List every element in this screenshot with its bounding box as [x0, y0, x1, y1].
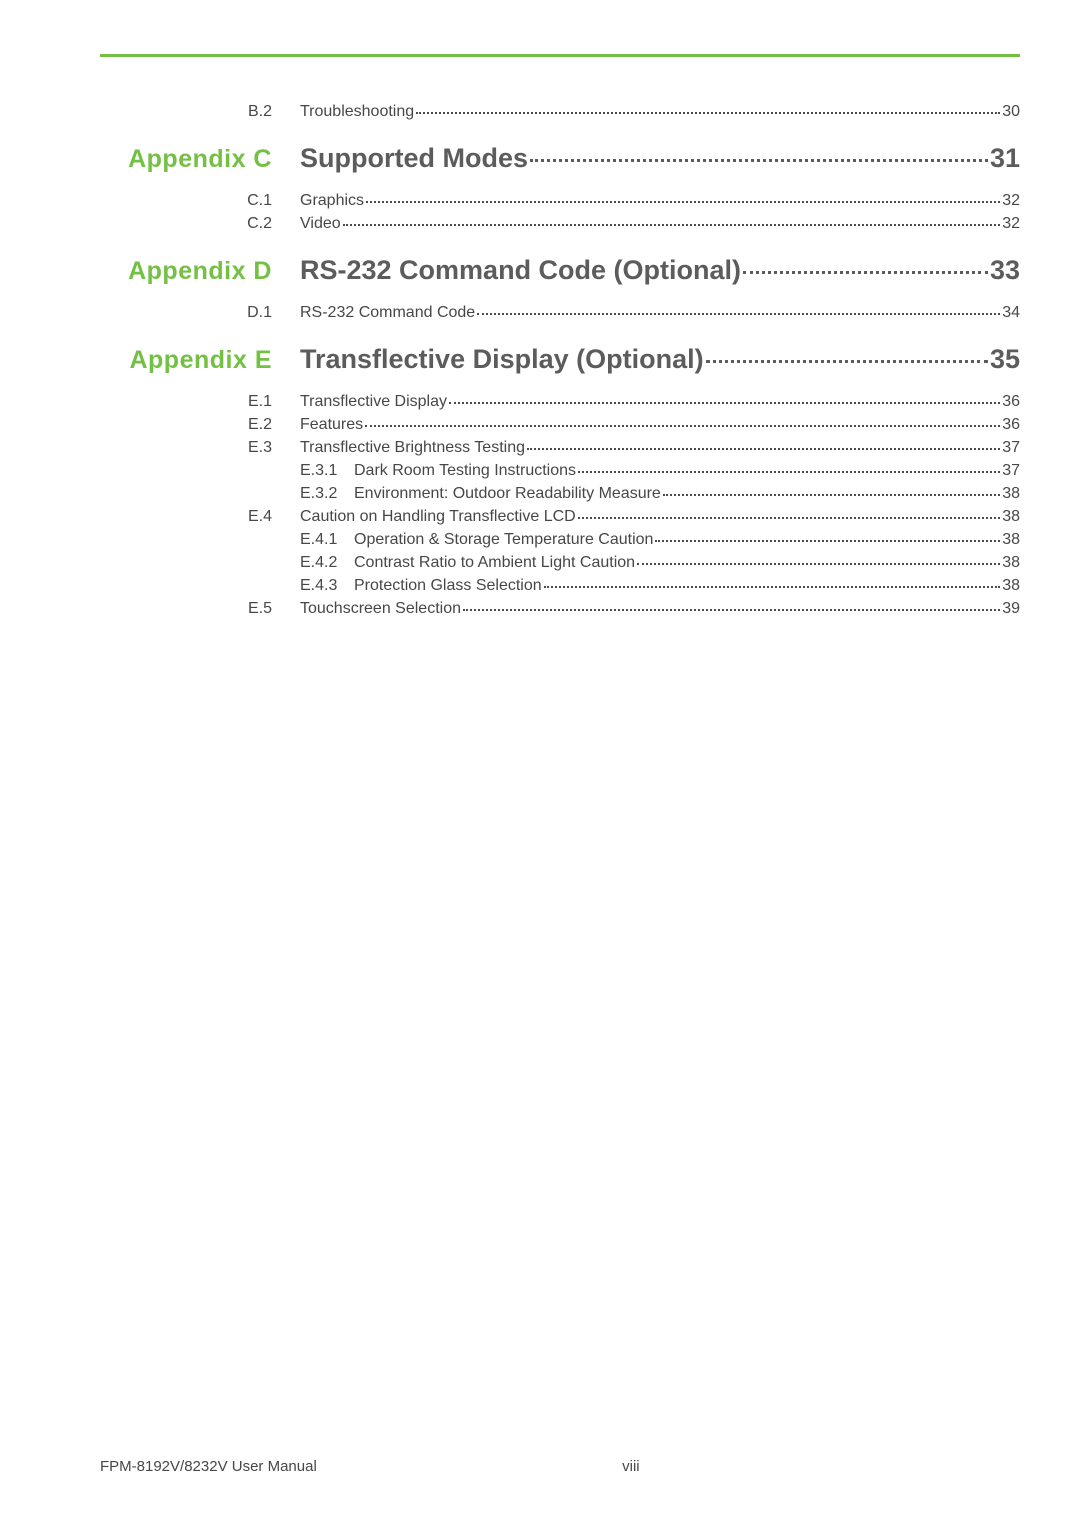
- toc-entry-row: E.1 Transflective Display 36: [100, 390, 1020, 413]
- leader-dots: [527, 448, 1000, 450]
- leader-dots: [578, 471, 1000, 473]
- subsection-title-text: Operation & Storage Temperature Caution: [354, 531, 653, 548]
- section-title: Touchscreen Selection: [300, 597, 461, 620]
- page-number: 35: [990, 344, 1020, 375]
- appendix-title: Transflective Display (Optional): [300, 344, 704, 375]
- page-number: 37: [1002, 459, 1020, 482]
- page-number: 38: [1002, 574, 1020, 597]
- section-label: E.4: [248, 508, 272, 525]
- toc-entry-row: C.1 Graphics 32: [100, 189, 1020, 212]
- toc-entry-row: B.2 Troubleshooting 30: [100, 100, 1020, 123]
- subsection-number: E.3.1: [300, 459, 354, 482]
- section-title: Transflective Display: [300, 390, 447, 413]
- section-label: B.2: [248, 103, 272, 120]
- section-title: Troubleshooting: [300, 100, 414, 123]
- page-number: 30: [1002, 100, 1020, 123]
- section-label: E.3: [248, 439, 272, 456]
- leader-dots: [655, 540, 1000, 542]
- section-title: E.3.2Environment: Outdoor Readability Me…: [300, 482, 661, 505]
- appendix-label: Appendix D: [128, 257, 272, 285]
- leader-dots: [343, 224, 1001, 226]
- leader-dots: [743, 271, 988, 274]
- leader-dots: [366, 201, 1000, 203]
- leader-dots: [637, 563, 1000, 565]
- page-number: 31: [990, 143, 1020, 174]
- section-label: E.5: [248, 600, 272, 617]
- page-number: 38: [1002, 482, 1020, 505]
- header-rule: [100, 54, 1020, 57]
- leader-dots: [463, 609, 1000, 611]
- leader-dots: [706, 360, 988, 363]
- appendix-title: Supported Modes: [300, 143, 528, 174]
- leader-dots: [365, 425, 1000, 427]
- section-title: RS-232 Command Code: [300, 301, 475, 324]
- page-footer: FPM-8192V/8232V User Manual viii: [100, 1458, 1020, 1475]
- subsection-number: E.4.2: [300, 551, 354, 574]
- page-number: 34: [1002, 301, 1020, 324]
- page-number: 38: [1002, 551, 1020, 574]
- section-title: E.4.3Protection Glass Selection: [300, 574, 542, 597]
- toc-entry-row: E.3.2Environment: Outdoor Readability Me…: [100, 482, 1020, 505]
- toc-entry-row: E.3 Transflective Brightness Testing 37: [100, 436, 1020, 459]
- section-title: Transflective Brightness Testing: [300, 436, 525, 459]
- section-title: Features: [300, 413, 363, 436]
- table-of-contents: B.2 Troubleshooting 30 Appendix C Supported…: [100, 100, 1020, 620]
- section-title: E.4.2Contrast Ratio to Ambient Light Cau…: [300, 551, 635, 574]
- section-label: C.1: [247, 192, 272, 209]
- page-number: 36: [1002, 390, 1020, 413]
- page-number: 37: [1002, 436, 1020, 459]
- page-number: 33: [990, 255, 1020, 286]
- section-label: E.2: [248, 416, 272, 433]
- subsection-title-text: Environment: Outdoor Readability Measure: [354, 485, 661, 502]
- section-label: D.1: [247, 304, 272, 321]
- toc-entry-row: E.4.2Contrast Ratio to Ambient Light Cau…: [100, 551, 1020, 574]
- page-number: 32: [1002, 212, 1020, 235]
- leader-dots: [544, 586, 1001, 588]
- subsection-number: E.3.2: [300, 482, 354, 505]
- toc-entry-row: E.5 Touchscreen Selection 39: [100, 597, 1020, 620]
- section-title: Video: [300, 212, 341, 235]
- toc-entry-row: E.4.1Operation & Storage Temperature Cau…: [100, 528, 1020, 551]
- toc-entry-row: E.4.3Protection Glass Selection 38: [100, 574, 1020, 597]
- footer-page-number: viii: [317, 1458, 1020, 1475]
- leader-dots: [449, 402, 1000, 404]
- section-title: Graphics: [300, 189, 364, 212]
- toc-appendix-row: Appendix D RS-232 Command Code (Optional)…: [100, 255, 1020, 286]
- toc-entry-row: E.4 Caution on Handling Transflective LCD…: [100, 505, 1020, 528]
- appendix-label: Appendix C: [128, 145, 272, 173]
- subsection-title-text: Contrast Ratio to Ambient Light Caution: [354, 554, 635, 571]
- page-number: 39: [1002, 597, 1020, 620]
- subsection-title-text: Protection Glass Selection: [354, 577, 542, 594]
- section-title: E.3.1Dark Room Testing Instructions: [300, 459, 576, 482]
- subsection-title-text: Dark Room Testing Instructions: [354, 462, 576, 479]
- leader-dots: [663, 494, 1000, 496]
- appendix-label: Appendix E: [129, 346, 272, 374]
- subsection-number: E.4.1: [300, 528, 354, 551]
- leader-dots: [530, 159, 988, 162]
- toc-entry-row: E.2 Features 36: [100, 413, 1020, 436]
- leader-dots: [578, 517, 1001, 519]
- section-label: E.1: [248, 393, 272, 410]
- leader-dots: [477, 313, 1000, 315]
- appendix-title: RS-232 Command Code (Optional): [300, 255, 741, 286]
- toc-appendix-row: Appendix C Supported Modes 31: [100, 143, 1020, 174]
- section-title: E.4.1Operation & Storage Temperature Cau…: [300, 528, 653, 551]
- section-label: C.2: [247, 215, 272, 232]
- toc-entry-row: D.1 RS-232 Command Code 34: [100, 301, 1020, 324]
- page-number: 38: [1002, 528, 1020, 551]
- page-number: 32: [1002, 189, 1020, 212]
- toc-entry-row: C.2 Video 32: [100, 212, 1020, 235]
- leader-dots: [416, 112, 1000, 114]
- toc-entry-row: E.3.1Dark Room Testing Instructions 37: [100, 459, 1020, 482]
- toc-appendix-row: Appendix E Transflective Display (Optiona…: [100, 344, 1020, 375]
- page-number: 36: [1002, 413, 1020, 436]
- footer-manual-name: FPM-8192V/8232V User Manual: [100, 1458, 317, 1475]
- subsection-number: E.4.3: [300, 574, 354, 597]
- page-number: 38: [1002, 505, 1020, 528]
- section-title: Caution on Handling Transflective LCD: [300, 505, 576, 528]
